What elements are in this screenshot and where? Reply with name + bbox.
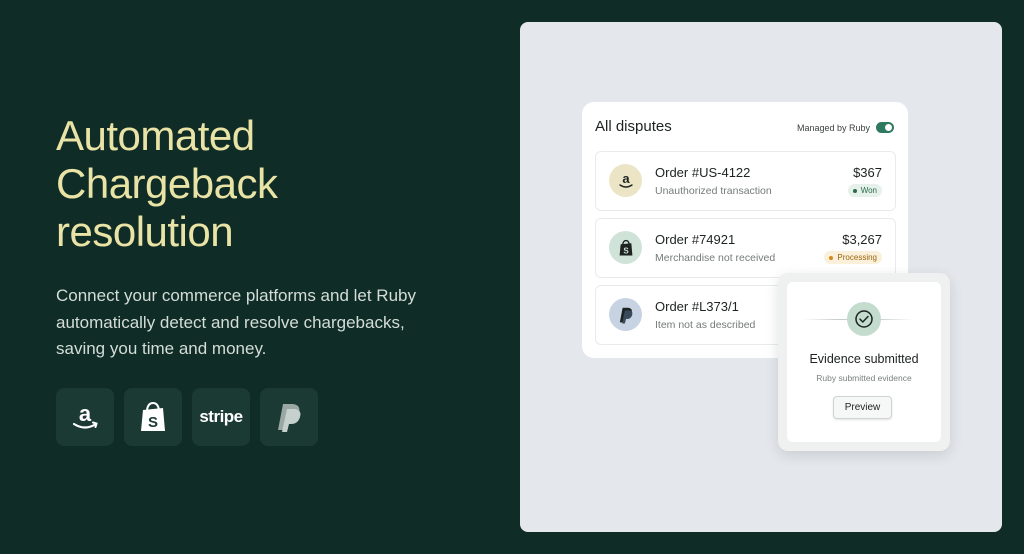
managed-toggle[interactable] bbox=[876, 122, 894, 133]
check-circle-icon bbox=[847, 302, 881, 336]
svg-text:a: a bbox=[79, 401, 92, 426]
amazon-icon: a bbox=[609, 164, 642, 197]
status-badge: Processing bbox=[824, 251, 882, 264]
dispute-order: Order #US-4122 bbox=[655, 165, 751, 180]
preview-button[interactable]: Preview bbox=[833, 396, 892, 419]
status-label: Processing bbox=[837, 253, 877, 262]
platform-logos: a S stripe bbox=[56, 388, 318, 446]
dispute-reason: Item not as described bbox=[655, 319, 756, 331]
platform-tile-shopify[interactable]: S bbox=[124, 388, 182, 446]
evidence-title: Evidence submitted bbox=[809, 352, 919, 366]
status-label: Won bbox=[860, 186, 877, 195]
dispute-row[interactable]: a Order #US-4122 Unauthorized transactio… bbox=[595, 151, 896, 211]
dispute-order: Order #74921 bbox=[655, 232, 736, 247]
dispute-reason: Merchandise not received bbox=[655, 252, 776, 264]
shopify-icon: S bbox=[609, 231, 642, 264]
disputes-title: All disputes bbox=[595, 118, 672, 135]
paypal-icon bbox=[278, 404, 301, 432]
svg-text:S: S bbox=[148, 414, 158, 431]
amazon-icon: a bbox=[72, 401, 98, 429]
status-dot bbox=[829, 255, 834, 260]
hero-title-line: resolution bbox=[56, 208, 234, 255]
svg-text:S: S bbox=[623, 246, 629, 255]
shopify-icon: S bbox=[141, 401, 165, 431]
paypal-icon bbox=[609, 298, 642, 331]
svg-text:a: a bbox=[622, 171, 630, 186]
dispute-amount: $367 bbox=[853, 165, 882, 180]
status-badge: Won bbox=[847, 184, 882, 197]
hero-title-line: Chargeback bbox=[56, 160, 278, 207]
platform-tile-amazon[interactable]: a bbox=[56, 388, 114, 446]
platform-tile-paypal[interactable] bbox=[260, 388, 318, 446]
evidence-card: Evidence submitted Ruby submitted eviden… bbox=[778, 273, 950, 451]
dispute-reason: Unauthorized transaction bbox=[655, 185, 772, 197]
hero-title: Automated Chargeback resolution bbox=[56, 112, 356, 256]
hero-subtitle: Connect your commerce platforms and let … bbox=[56, 286, 416, 358]
disputes-panel: All disputes Managed by Ruby a Order #US… bbox=[520, 22, 1002, 532]
dispute-order: Order #L373/1 bbox=[655, 299, 739, 314]
evidence-subtitle: Ruby submitted evidence bbox=[816, 373, 912, 383]
evidence-card-body: Evidence submitted Ruby submitted eviden… bbox=[787, 282, 941, 442]
status-dot bbox=[852, 188, 857, 193]
dispute-amount: $3,267 bbox=[842, 232, 882, 247]
managed-by-ruby: Managed by Ruby bbox=[797, 122, 894, 133]
stripe-logo: stripe bbox=[199, 407, 243, 426]
dispute-row[interactable]: S Order #74921 Merchandise not received … bbox=[595, 218, 896, 278]
platform-tile-stripe[interactable]: stripe bbox=[192, 388, 250, 446]
managed-label: Managed by Ruby bbox=[796, 122, 870, 133]
hero-title-line: Automated bbox=[56, 112, 255, 159]
